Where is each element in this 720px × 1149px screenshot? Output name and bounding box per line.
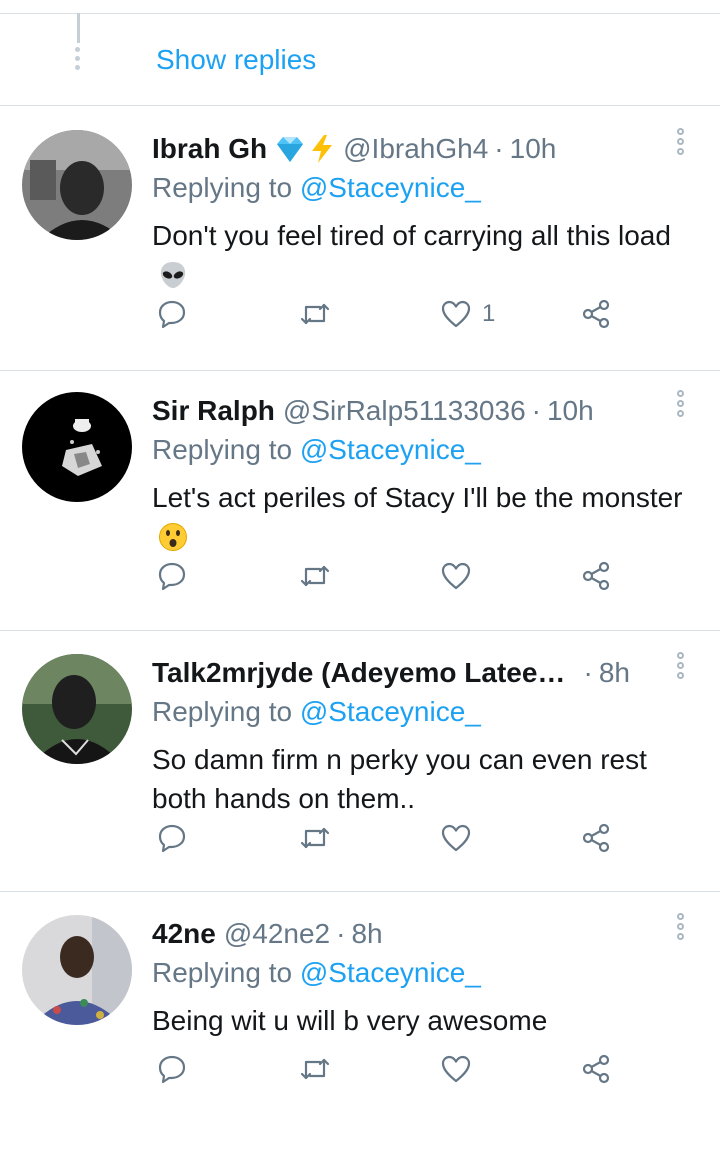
mention-link[interactable]: @Staceynice_	[300, 696, 481, 727]
tweet-item[interactable]: Ibrah Gh @IbrahGh4 · 10h Replying to @St…	[0, 106, 720, 364]
thread-connector-line	[77, 13, 80, 43]
replying-to-line: Replying to @Staceynice_	[152, 957, 481, 988]
retweet-button[interactable]	[298, 296, 332, 332]
separator-dot: ·	[336, 918, 346, 949]
share-button[interactable]	[580, 296, 612, 332]
reply-button[interactable]	[156, 296, 188, 332]
tweet-actions	[152, 1051, 622, 1087]
display-name[interactable]: 42ne	[152, 918, 216, 950]
more-options-icon[interactable]	[672, 913, 688, 955]
separator-dot: ·	[494, 133, 504, 164]
heart-icon	[441, 300, 471, 328]
mention-link[interactable]: @Staceynice_	[300, 172, 481, 203]
tweet-header: Talk2mrjyde (Adeyemo Lateef ... · 8h	[152, 654, 630, 692]
astonished-face-emoji-icon	[159, 523, 187, 551]
display-name[interactable]: Ibrah Gh	[152, 133, 267, 165]
reply-icon	[158, 824, 186, 853]
separator-dot: ·	[531, 395, 541, 426]
heart-icon	[441, 824, 471, 852]
tweet-item[interactable]: 42ne @42ne2 · 8h Replying to @Staceynice…	[0, 891, 720, 1149]
avatar[interactable]	[22, 392, 132, 502]
display-name[interactable]: Talk2mrjyde (Adeyemo Lateef ...	[152, 657, 570, 689]
show-replies-link[interactable]: Show replies	[156, 44, 316, 76]
share-button[interactable]	[580, 558, 612, 594]
avatar[interactable]	[22, 915, 132, 1025]
replying-to-line: Replying to @Staceynice_	[152, 172, 481, 203]
top-divider	[0, 13, 720, 14]
tweet-item[interactable]: Sir Ralph @SirRalp51133036 · 10h Replyin…	[0, 368, 720, 626]
retweet-icon	[300, 827, 330, 849]
display-name[interactable]: Sir Ralph	[152, 395, 275, 427]
more-options-icon[interactable]	[672, 652, 688, 694]
lightning-emoji-icon	[312, 135, 333, 163]
replying-to-line: Replying to @Staceynice_	[152, 696, 481, 727]
reply-button[interactable]	[156, 820, 188, 856]
retweet-button[interactable]	[298, 558, 332, 594]
user-handle[interactable]: @IbrahGh4	[343, 133, 488, 165]
retweet-button[interactable]	[298, 820, 332, 856]
timestamp: 8h	[351, 918, 383, 949]
retweet-icon	[300, 303, 330, 325]
avatar[interactable]	[22, 130, 132, 240]
heart-icon	[441, 562, 471, 590]
tweet-text: Don't you feel tired of carrying all thi…	[152, 216, 692, 294]
tweet-text: So damn firm n perky you can even rest b…	[152, 744, 647, 814]
reply-button[interactable]	[156, 558, 188, 594]
diamond-emoji-icon	[277, 137, 304, 162]
timestamp: 10h	[509, 133, 557, 164]
retweet-button[interactable]	[298, 1051, 332, 1087]
alien-emoji-icon	[160, 262, 186, 288]
reply-icon	[158, 300, 186, 329]
replying-to-line: Replying to @Staceynice_	[152, 434, 481, 465]
reply-icon	[158, 1055, 186, 1084]
heart-icon	[441, 1055, 471, 1083]
more-options-icon[interactable]	[672, 390, 688, 432]
tweet-actions	[152, 558, 622, 594]
retweet-icon	[300, 565, 330, 587]
mention-link[interactable]: @Staceynice_	[300, 434, 481, 465]
tweet-actions: 1	[152, 296, 622, 332]
more-options-icon[interactable]	[672, 128, 688, 170]
like-button[interactable]	[440, 1051, 482, 1087]
share-icon	[582, 561, 610, 591]
user-handle[interactable]: @SirRalp51133036	[283, 395, 526, 427]
like-button[interactable]: 1	[440, 296, 495, 332]
share-icon	[582, 299, 610, 329]
tweet-text: Let's act periles of Stacy I'll be the m…	[152, 478, 692, 556]
tweet-text: Being wit u will b very awesome	[152, 1005, 548, 1036]
tweet-header: Sir Ralph @SirRalp51133036 · 10h	[152, 392, 630, 430]
tweet-item[interactable]: Talk2mrjyde (Adeyemo Lateef ... · 8h Rep…	[0, 630, 720, 888]
thread-dots-icon	[75, 47, 81, 74]
tweet-header: Ibrah Gh @IbrahGh4 · 10h	[152, 130, 630, 168]
like-button[interactable]	[440, 820, 482, 856]
reply-icon	[158, 562, 186, 591]
mention-link[interactable]: @Staceynice_	[300, 957, 481, 988]
share-button[interactable]	[580, 1051, 612, 1087]
tweet-header: 42ne @42ne2 · 8h	[152, 915, 630, 953]
timestamp: 10h	[546, 395, 594, 426]
timestamp: 8h	[598, 657, 630, 688]
share-icon	[582, 1054, 610, 1084]
separator-dot: ·	[583, 657, 593, 688]
like-button[interactable]	[440, 558, 482, 594]
retweet-icon	[300, 1058, 330, 1080]
like-count: 1	[482, 300, 496, 327]
share-button[interactable]	[580, 820, 612, 856]
avatar[interactable]	[22, 654, 132, 764]
user-handle[interactable]: @42ne2	[224, 918, 330, 950]
tweet-actions	[152, 820, 622, 856]
share-icon	[582, 823, 610, 853]
reply-button[interactable]	[156, 1051, 188, 1087]
